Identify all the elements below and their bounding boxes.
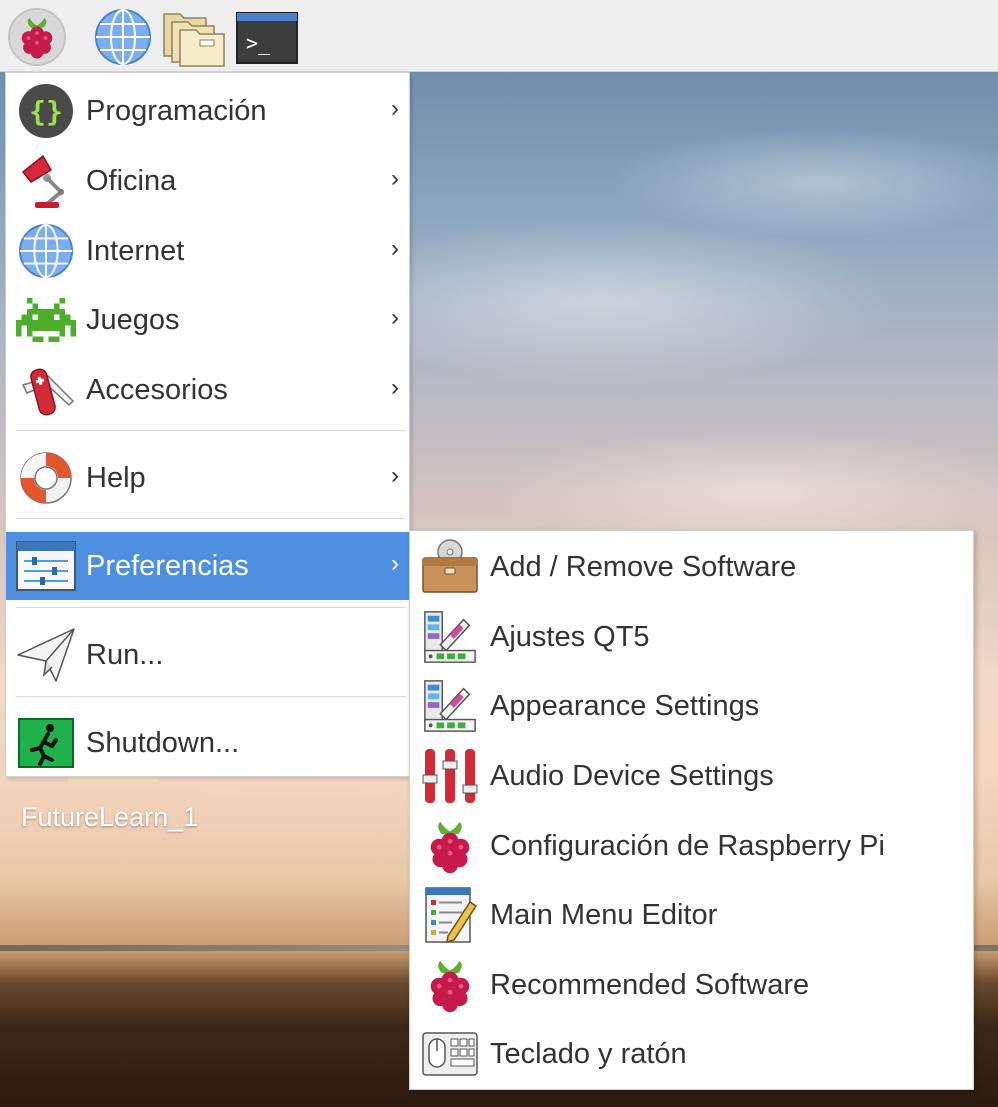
submenu-chevron-icon: ›	[391, 550, 399, 577]
menu-item-preferencias[interactable]: Preferencias ›	[6, 532, 409, 600]
submenu-chevron-icon: ›	[391, 374, 399, 401]
submenu-item-raspberry-pi-config[interactable]: Configuración de Raspberry Pi	[410, 812, 973, 880]
menu-item-help[interactable]: Help ›	[6, 444, 409, 512]
taskbar: >_	[0, 0, 998, 72]
svg-text:{}: {}	[29, 95, 63, 128]
submenu-item-ajustes-qt5[interactable]: Ajustes QT5	[410, 603, 973, 671]
menu-separator	[16, 430, 406, 431]
submenu-chevron-icon: ›	[391, 95, 399, 122]
desktop-folder-icon[interactable]: FutureLearn_1	[18, 770, 218, 832]
submenu-item-add-remove-software[interactable]: Add / Remove Software	[410, 533, 973, 601]
menu-separator	[16, 696, 406, 697]
submenu-chevron-icon: ›	[391, 462, 399, 489]
terminal-button[interactable]: >_	[236, 6, 298, 68]
web-browser-button[interactable]	[92, 6, 154, 68]
keyboard-mouse-icon	[420, 1024, 480, 1084]
menu-item-programacion[interactable]: {} Programación ›	[6, 77, 409, 145]
menu-item-label: Shutdown...	[86, 726, 240, 759]
submenu-item-label: Teclado y ratón	[490, 1037, 687, 1070]
package-cd-icon	[420, 537, 480, 597]
main-menu-button[interactable]	[6, 6, 68, 68]
preferences-submenu: Add / Remove Software Ajustes QT5 Appear…	[409, 530, 974, 1090]
lifebuoy-icon	[16, 448, 76, 508]
color-swatches-icon	[420, 676, 480, 736]
raspberry-icon	[420, 955, 480, 1015]
raspberry-icon	[420, 816, 480, 876]
menu-item-label: Programación	[86, 94, 267, 127]
audio-mixer-icon	[420, 746, 480, 806]
code-braces-icon: {}	[16, 81, 76, 141]
submenu-item-label: Audio Device Settings	[490, 759, 774, 792]
menu-editor-pencil-icon	[420, 885, 480, 945]
menu-separator	[16, 518, 406, 519]
menu-item-internet[interactable]: Internet ›	[6, 217, 409, 285]
submenu-item-teclado-y-raton[interactable]: Teclado y ratón	[410, 1020, 973, 1088]
space-invader-icon	[16, 290, 76, 350]
menu-item-label: Help	[86, 461, 146, 494]
menu-item-accesorios[interactable]: Accesorios ›	[6, 356, 409, 424]
menu-item-label: Juegos	[86, 303, 180, 336]
desk-lamp-icon	[16, 151, 76, 211]
submenu-chevron-icon: ›	[391, 235, 399, 262]
globe-icon	[93, 7, 153, 67]
submenu-item-label: Appearance Settings	[490, 689, 760, 722]
submenu-item-label: Ajustes QT5	[490, 620, 650, 653]
folders-icon	[163, 13, 225, 67]
submenu-item-label: Main Menu Editor	[490, 898, 718, 931]
menu-separator	[16, 607, 406, 608]
submenu-item-label: Add / Remove Software	[490, 550, 797, 583]
menu-item-run[interactable]: Run...	[6, 621, 409, 689]
menu-item-label: Oficina	[86, 164, 177, 197]
submenu-chevron-icon: ›	[391, 165, 399, 192]
color-swatches-icon	[420, 607, 480, 667]
menu-item-label: Preferencias	[86, 549, 249, 582]
submenu-item-audio-device-settings[interactable]: Audio Device Settings	[410, 742, 973, 810]
submenu-item-main-menu-editor[interactable]: Main Menu Editor	[410, 881, 973, 949]
submenu-item-label: Recommended Software	[490, 968, 810, 1001]
menu-item-label: Run...	[86, 638, 164, 671]
pocket-knife-icon	[16, 360, 76, 420]
menu-item-juegos[interactable]: Juegos ›	[6, 286, 409, 354]
terminal-glyph: >_	[246, 31, 271, 55]
exit-running-man-icon	[16, 713, 76, 773]
menu-item-label: Accesorios	[86, 373, 228, 406]
menu-item-shutdown[interactable]: Shutdown...	[6, 709, 409, 777]
paper-plane-icon	[16, 625, 76, 685]
menu-item-oficina[interactable]: Oficina ›	[6, 147, 409, 215]
preferences-sliders-icon	[16, 536, 76, 596]
submenu-item-label: Configuración de Raspberry Pi	[490, 829, 885, 862]
file-manager-button[interactable]	[162, 6, 225, 68]
desktop-icon-label: FutureLearn_1	[21, 802, 199, 832]
submenu-item-recommended-software[interactable]: Recommended Software	[410, 951, 973, 1019]
application-menu: {} Programación › Oficina › Internet › J…	[5, 72, 410, 777]
menu-item-label: Internet	[86, 234, 185, 267]
globe-icon	[16, 221, 76, 281]
submenu-item-appearance-settings[interactable]: Appearance Settings	[410, 672, 973, 740]
raspberry-icon	[16, 14, 58, 60]
terminal-icon: >_	[236, 12, 298, 64]
submenu-chevron-icon: ›	[391, 304, 399, 331]
